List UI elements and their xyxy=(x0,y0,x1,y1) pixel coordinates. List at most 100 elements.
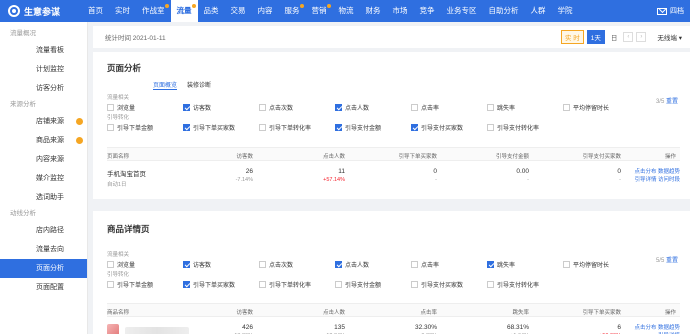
nav-item-7[interactable]: 服务 xyxy=(279,0,306,22)
sidebar-item[interactable]: 店铺来源 xyxy=(0,112,87,131)
checkbox-icon[interactable] xyxy=(107,124,114,131)
checkbox-icon[interactable] xyxy=(411,281,418,288)
metric-checkbox[interactable]: 浏览量 xyxy=(107,260,135,269)
user-name[interactable]: 四档 xyxy=(670,6,684,16)
metric-checkbox[interactable]: 平均停留时长 xyxy=(563,103,609,112)
metric-checkbox[interactable]: 点击次数 xyxy=(259,103,293,112)
page-name[interactable]: 手机淘宝首页 xyxy=(107,168,146,178)
sidebar-item[interactable]: 流量去向 xyxy=(0,240,87,259)
op-link[interactable]: 引导详情 xyxy=(634,177,656,183)
day-select-button[interactable]: 日 xyxy=(608,31,621,43)
tab-decoration-diagnosis[interactable]: 装修诊断 xyxy=(187,80,211,94)
column-header[interactable]: 点击人数 xyxy=(323,308,345,316)
metric-checkbox[interactable]: 跳失率 xyxy=(487,260,515,269)
metric-checkbox[interactable]: 引导下单金额 xyxy=(107,280,153,289)
sidebar-item[interactable]: 计划监控 xyxy=(0,60,87,79)
column-header[interactable]: 引导下单买家数 xyxy=(398,152,437,160)
metric-checkbox[interactable]: 引导下单买家数 xyxy=(183,280,235,289)
metric-checkbox[interactable]: 访客数 xyxy=(183,260,211,269)
user-area[interactable]: 四档 xyxy=(657,6,690,16)
checkbox-icon[interactable] xyxy=(259,281,266,288)
checkbox-icon[interactable] xyxy=(563,104,570,111)
metric-checkbox[interactable]: 访客数 xyxy=(183,103,211,112)
terminal-select[interactable]: 无线端 ▾ xyxy=(657,32,682,42)
metric-checkbox[interactable]: 引导支付金额 xyxy=(335,280,381,289)
checkbox-icon[interactable] xyxy=(183,124,190,131)
column-header[interactable]: 引导支付买家数 xyxy=(582,152,621,160)
nav-item-0[interactable]: 首页 xyxy=(82,0,109,22)
checkbox-icon[interactable] xyxy=(183,104,190,111)
column-header[interactable]: 访客数 xyxy=(236,308,253,316)
checkbox-icon[interactable] xyxy=(411,104,418,111)
checkbox-icon[interactable] xyxy=(183,261,190,268)
op-link[interactable]: 点击分布 xyxy=(634,169,656,175)
checkbox-icon[interactable] xyxy=(107,261,114,268)
metric-checkbox[interactable]: 引导支付转化率 xyxy=(487,123,539,132)
nav-item-9[interactable]: 物流 xyxy=(333,0,360,22)
sidebar-item[interactable]: 内容来源 xyxy=(0,150,87,169)
sidebar-item[interactable]: 选词助手 xyxy=(0,188,87,207)
metric-checkbox[interactable]: 点击人数 xyxy=(335,103,369,112)
metric-checkbox[interactable]: 引导下单转化率 xyxy=(259,123,311,132)
op-link[interactable]: 点击分布 xyxy=(634,325,656,331)
column-header[interactable]: 访客数 xyxy=(236,152,253,160)
checkbox-icon[interactable] xyxy=(259,104,266,111)
metric-checkbox[interactable]: 引导下单转化率 xyxy=(259,280,311,289)
checkbox-icon[interactable] xyxy=(259,124,266,131)
product-thumbnail[interactable] xyxy=(107,324,119,334)
nav-item-5[interactable]: 交易 xyxy=(225,0,252,22)
checkbox-icon[interactable] xyxy=(335,124,342,131)
nav-item-1[interactable]: 实时 xyxy=(109,0,136,22)
op-link[interactable]: 数据趋势 xyxy=(658,325,680,331)
column-header[interactable]: 引导支付金额 xyxy=(496,152,529,160)
sidebar-item[interactable]: 流量看板 xyxy=(0,41,87,60)
nav-item-11[interactable]: 市场 xyxy=(387,0,414,22)
column-header[interactable]: 点击人数 xyxy=(323,152,345,160)
checkbox-icon[interactable] xyxy=(487,124,494,131)
metric-checkbox[interactable]: 平均停留时长 xyxy=(563,260,609,269)
next-date-icon[interactable]: › xyxy=(636,32,647,42)
checkbox-icon[interactable] xyxy=(563,261,570,268)
nav-item-6[interactable]: 内容 xyxy=(252,0,279,22)
nav-item-3[interactable]: 流量 xyxy=(170,0,198,22)
checkbox-icon[interactable] xyxy=(107,281,114,288)
nav-item-15[interactable]: 人群 xyxy=(525,0,552,22)
metric-checkbox[interactable]: 点击率 xyxy=(411,260,439,269)
metric-checkbox[interactable]: 引导支付买家数 xyxy=(411,123,463,132)
tab-page-overview[interactable]: 页面概览 xyxy=(153,80,178,90)
brand[interactable]: 生意参谋 xyxy=(0,5,82,18)
column-header[interactable]: 跳失率 xyxy=(512,308,529,316)
nav-item-12[interactable]: 竞争 xyxy=(414,0,441,22)
checkbox-icon[interactable] xyxy=(183,281,190,288)
checkbox-icon[interactable] xyxy=(487,261,494,268)
sidebar-item[interactable]: 媒介监控 xyxy=(0,169,87,188)
metric-checkbox[interactable]: 引导下单买家数 xyxy=(183,123,235,132)
metric-checkbox[interactable]: 点击人数 xyxy=(335,260,369,269)
nav-item-16[interactable]: 学院 xyxy=(552,0,579,22)
nav-item-10[interactable]: 财务 xyxy=(360,0,387,22)
sidebar-item[interactable]: 店内路径 xyxy=(0,221,87,240)
sidebar-item[interactable]: 商品来源 xyxy=(0,131,87,150)
nav-item-14[interactable]: 自助分析 xyxy=(483,0,525,22)
nav-item-13[interactable]: 业务专区 xyxy=(441,0,483,22)
checkbox-icon[interactable] xyxy=(487,281,494,288)
metric-checkbox[interactable]: 引导下单金额 xyxy=(107,123,153,132)
column-header[interactable]: 引导下单买家数 xyxy=(582,308,621,316)
product-name-blurred[interactable] xyxy=(125,327,189,334)
checkbox-icon[interactable] xyxy=(335,104,342,111)
day-button[interactable]: 1天 xyxy=(586,30,605,44)
op-link[interactable]: 数据趋势 xyxy=(658,169,680,175)
metric-checkbox[interactable]: 引导支付转化率 xyxy=(487,280,539,289)
checkbox-icon[interactable] xyxy=(259,261,266,268)
nav-item-2[interactable]: 作战室 xyxy=(136,0,171,22)
checkbox-icon[interactable] xyxy=(335,261,342,268)
sidebar-item[interactable]: 访客分析 xyxy=(0,79,87,98)
metric-checkbox[interactable]: 点击次数 xyxy=(259,260,293,269)
column-header[interactable]: 点击率 xyxy=(420,308,437,316)
checkbox-icon[interactable] xyxy=(411,261,418,268)
prev-date-icon[interactable]: ‹ xyxy=(623,32,634,42)
checkbox-icon[interactable] xyxy=(487,104,494,111)
metric-checkbox[interactable]: 点击率 xyxy=(411,103,439,112)
mail-icon[interactable] xyxy=(657,7,667,15)
metric-checkbox[interactable]: 浏览量 xyxy=(107,103,135,112)
